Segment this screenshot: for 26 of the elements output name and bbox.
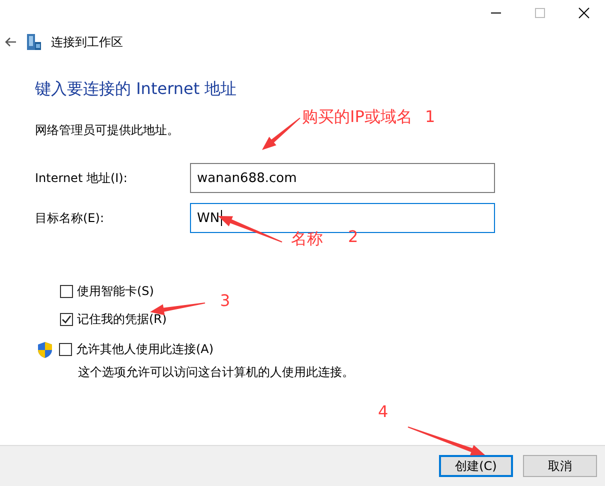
annotation-label: 购买的IP或域名 [302, 107, 412, 128]
field-label: Internet 地址(I): [35, 170, 128, 186]
shield-icon [37, 340, 53, 358]
network-icon [27, 34, 41, 50]
back-icon[interactable] [5, 37, 17, 47]
close-icon[interactable] [577, 6, 591, 20]
checkbox[interactable] [60, 313, 73, 326]
field-label: 目标名称(E): [35, 210, 105, 226]
dialog-button[interactable]: 取消 [523, 455, 597, 477]
checkbox-label[interactable]: 使用智能卡(S) [77, 283, 154, 300]
annotation-arrow [150, 302, 206, 316]
input-field[interactable]: wanan688.com [190, 163, 495, 193]
window-title: 连接到工作区 [51, 34, 123, 50]
annotation-arrow [262, 118, 300, 150]
dialog-button[interactable]: 创建(C) [439, 455, 513, 477]
checkbox-label[interactable]: 记住我的凭据(R) [77, 311, 167, 328]
checkbox[interactable] [60, 285, 73, 298]
page-heading: 键入要连接的 Internet 地址 [35, 79, 238, 100]
annotation-arrow [218, 216, 282, 242]
annotation-number: 3 [220, 291, 230, 310]
annotation-number: 4 [378, 402, 388, 421]
checkbox[interactable] [59, 343, 72, 356]
description-text: 网络管理员可提供此地址。 [35, 122, 179, 139]
checkbox-label[interactable]: 允许其他人使用此连接(A) [76, 341, 214, 358]
option-note: 这个选项允许可以访问这台计算机的人使用此连接。 [77, 364, 355, 381]
annotation-number: 1 [425, 107, 436, 126]
